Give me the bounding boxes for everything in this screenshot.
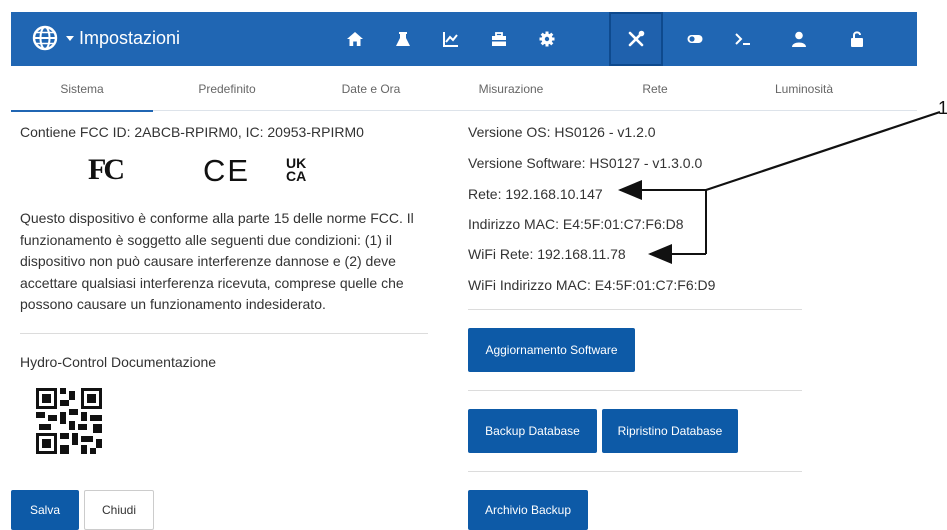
mac-address-text: Indirizzo MAC: E4:5F:01:C7:F6:D8 (468, 216, 684, 232)
gear-icon[interactable] (523, 12, 571, 66)
divider (20, 333, 428, 334)
tab-date-ora[interactable]: Date e Ora (301, 70, 441, 110)
caret-down-icon[interactable] (66, 36, 74, 41)
divider (468, 309, 802, 310)
compliance-paragraph: Questo dispositivo è conforme alla parte… (20, 210, 414, 312)
wifi-mac-address-text: WiFi Indirizzo MAC: E4:5F:01:C7:F6:D9 (468, 277, 716, 293)
page-title: Impostazioni (79, 28, 181, 48)
toolbox-icon[interactable] (475, 12, 523, 66)
divider (468, 390, 802, 391)
software-update-button[interactable]: Aggiornamento Software (468, 328, 635, 372)
ukca-mark: UKCA (286, 155, 307, 184)
close-button[interactable]: Chiudi (84, 490, 154, 530)
save-button[interactable]: Salva (11, 490, 79, 530)
restore-database-button[interactable]: Ripristino Database (602, 409, 738, 453)
tab-misurazione[interactable]: Misurazione (441, 70, 581, 110)
tab-rete[interactable]: Rete (581, 70, 729, 110)
documentation-label: Hydro-Control Documentazione (20, 354, 217, 370)
callout-number: 1 (938, 98, 947, 118)
qr-code-image[interactable] (36, 388, 102, 454)
backup-database-button[interactable]: Backup Database (468, 409, 597, 453)
chart-icon[interactable] (427, 12, 475, 66)
toggle-icon[interactable] (671, 12, 719, 66)
fcc-logo: FC (88, 153, 125, 186)
fcc-id-text: Contiene FCC ID: 2ABCB-RPIRM0, IC: 20953… (20, 124, 364, 140)
tab-luminosita[interactable]: Luminosità (729, 70, 879, 110)
os-version-text: Versione OS: HS0126 - v1.2.0 (468, 124, 656, 140)
divider (468, 471, 802, 472)
wifi-ip-text: WiFi Rete: 192.168.11.78 (468, 246, 626, 262)
flask-icon[interactable] (379, 12, 427, 66)
tab-sistema[interactable]: Sistema (11, 70, 153, 112)
backup-archive-button[interactable]: Archivio Backup (468, 490, 588, 530)
unlock-icon[interactable] (833, 12, 881, 66)
tools-icon[interactable] (609, 12, 663, 66)
globe-icon[interactable] (32, 25, 58, 51)
home-icon[interactable] (331, 12, 379, 66)
terminal-icon[interactable] (719, 12, 767, 66)
top-app-bar: Impostazioni (11, 12, 917, 66)
ce-mark: CE (203, 153, 251, 188)
software-version-text: Versione Software: HS0127 - v1.3.0.0 (468, 155, 703, 171)
tab-predefinito[interactable]: Predefinito (153, 70, 301, 110)
user-icon[interactable] (775, 12, 823, 66)
settings-tabs: Sistema Predefinito Date e Ora Misurazio… (11, 70, 917, 112)
network-ip-text: Rete: 192.168.10.147 (468, 186, 603, 202)
